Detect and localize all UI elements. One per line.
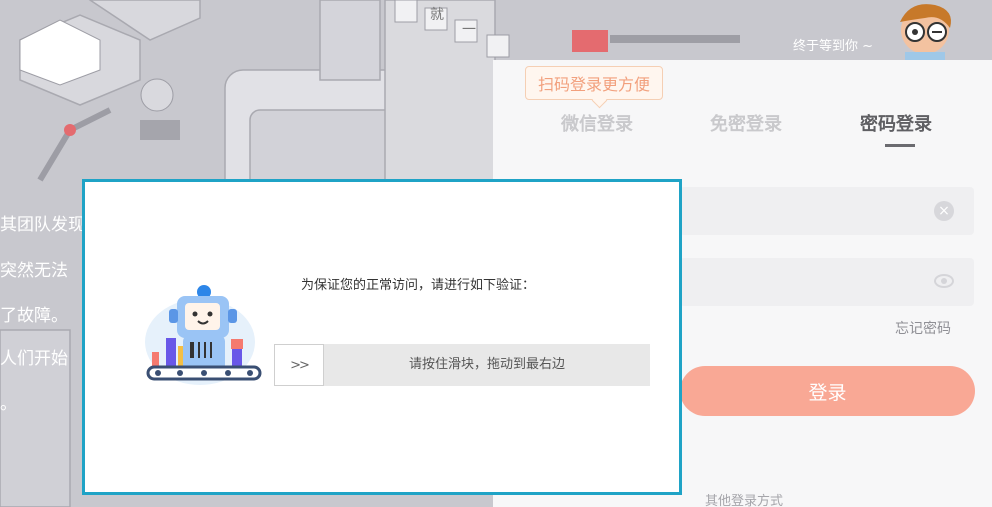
greeting-text: 终于等到你 ~ [793, 39, 874, 54]
captcha-title: 为保证您的正常访问，请进行如下验证： [301, 278, 536, 293]
username-field[interactable]: × [680, 187, 974, 235]
forgot-password-link[interactable]: 忘记密码 [895, 318, 951, 338]
qr-login-tip[interactable]: 扫码登录更方便 [525, 66, 664, 100]
other-login-methods[interactable]: 其他登录方式 [705, 490, 783, 507]
clear-icon[interactable]: × [934, 201, 954, 221]
password-field[interactable] [680, 258, 974, 306]
tab-password-login[interactable]: 密码登录 [860, 110, 932, 136]
active-tab-indicator [885, 144, 915, 147]
eye-icon[interactable] [934, 274, 954, 288]
captcha-modal: 为保证您的正常访问，请进行如下验证： >> 请按住滑块，拖动到最右边 [82, 179, 682, 495]
mascot-avatar-icon [900, 4, 951, 62]
captcha-slider-handle[interactable]: >> [274, 344, 324, 386]
background-text-line: 人们开始 [0, 349, 68, 369]
captcha-slider-track[interactable]: >> 请按住滑块，拖动到最右边 [274, 344, 650, 386]
background-text-line: 了故障。 [0, 306, 68, 326]
login-button[interactable]: 登录 [680, 366, 975, 416]
sign-char: 就 [430, 7, 444, 23]
robot-illustration-icon [145, 285, 262, 385]
captcha-slider-text: 请按住滑块，拖动到最右边 [408, 357, 565, 372]
tab-passwordless-login[interactable]: 免密登录 [710, 110, 782, 136]
background-text-line: 突然无法 [0, 261, 68, 281]
background-text-line: 。 [0, 394, 17, 414]
tab-wechat-login[interactable]: 微信登录 [561, 110, 633, 136]
sign-char: 一 [462, 22, 476, 38]
background-text-line: 其团队发现 [0, 215, 85, 235]
